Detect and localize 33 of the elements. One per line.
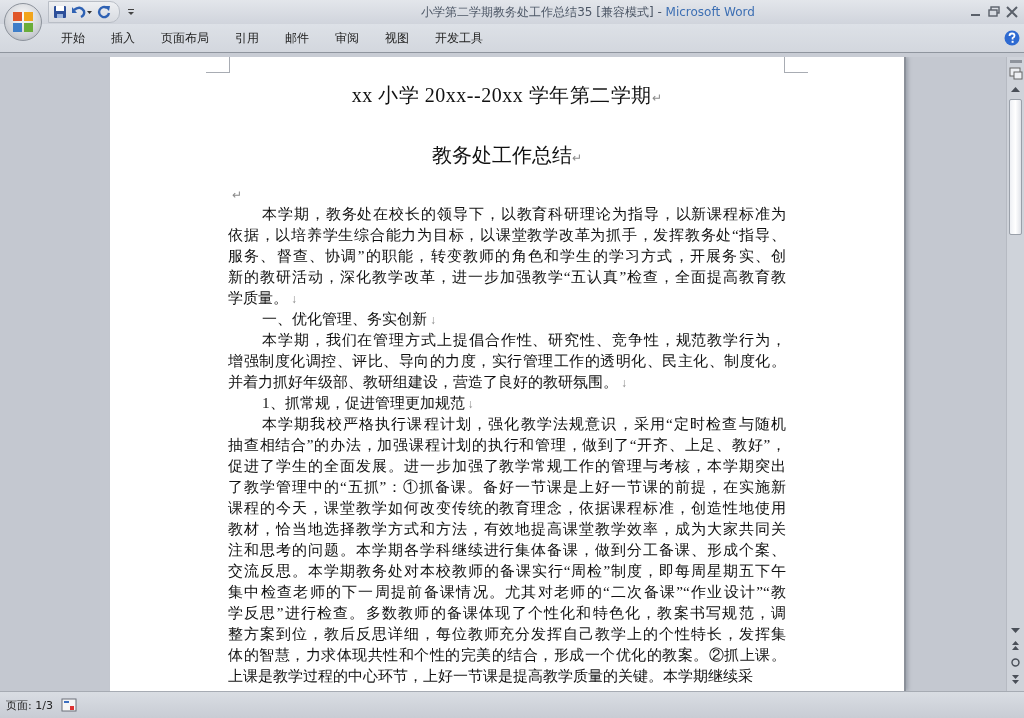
document-subtitle: 教务处工作总结↵ — [431, 143, 583, 168]
ribbon-tab[interactable]: 开发工具 — [422, 27, 496, 49]
body-paragraph: 本学期我校严格执行课程计划，强化教学法规意识，采用“定时检查与随机 抽查相结合”的办法，加强课程计划的执行和管理，做到了“开齐、上足、教好”， 促进了学生的全面发展。进一步加强了教学常规工作的管理与考核，本学期突出 了教学管理中的“五抓”：①抓备课。备好一节课是上好一节课的前提，在实施新 课程的今天，课堂教学如何改变传统的教育理念，依据课程标准，创造性地使用 教材，恰当地选择教学方式和方法，有效地提高课堂教学效率，成为大家共同关 注和思考的问题。本学期各学科继续进行集体备课，做到分工备课、形成个案、 交流反思。本学期教务处对本校教师的备课实行“周检”制度，即每周星期五下午 集中检查老师的下一周提前备课情况。尤其对老师的“二次备课”“作业设计”“教 学反思”进行检查。多数教师的备课体现了个性化和特色化，教案书写规范，调 整方案到位，教后反思详细，每位教师充分发挥自己教学上的个性特长，发挥集 体的智慧，力求体现共性和个性的完美的结合，形成一个优化的教案。②抓上课。 上课是教学过程的中心环节，上好一节课是提高教学质量的关键。本学期继续采 — [228, 414, 786, 686]
ribbon-tab[interactable]: 开始 — [48, 27, 98, 49]
office-button[interactable] — [4, 3, 42, 41]
scroll-thumb[interactable] — [1009, 99, 1022, 235]
office-logo-icon — [12, 11, 34, 33]
body-paragraph: 一、优化管理、务实创新 ↓ — [261, 309, 437, 329]
body-paragraph: 本学期，教务处在校长的领导下，以教育科研理论为指导，以新课程标准为 依据，以培养学生综合能力为目标，以课堂教学改革为抓手，发挥教务处“指导、 服务、督查、协调”的职能，转变教师的角色和学生的学习方式，开展务实、创 新的教研活动，深化教学改革，进一步加强教学“五认真”检查，全面提高教育教 学质量。 ↓ — [228, 204, 786, 308]
page-count[interactable]: 页面: 1/3 — [6, 697, 53, 713]
ribbon-tab[interactable]: 审阅 — [322, 27, 372, 49]
crop-mark — [784, 57, 808, 73]
ribbon-tab[interactable]: 页面布局 — [148, 27, 222, 49]
customize-toolbar-icon[interactable] — [126, 7, 136, 17]
ribbon-tab[interactable]: 插入 — [98, 27, 148, 49]
redo-icon[interactable] — [97, 5, 111, 19]
browse-object-icon[interactable] — [1008, 655, 1023, 670]
ribbon-tab[interactable]: 视图 — [372, 27, 422, 49]
restore-icon[interactable] — [988, 6, 1000, 18]
vertical-scrollbar[interactable] — [1006, 57, 1024, 691]
ruler-toggle-icon[interactable] — [1008, 66, 1023, 80]
body-paragraph: 本学期，我们在管理方式上提倡合作性、研究性、竞争性，规范教学行为， 增强制度化调控、评比、导向的力度，实行管理工作的透明化、民主化、制度化。 并着力抓好年级部、教研组建设，营造了良好的教研氛围。 ↓ — [228, 330, 786, 392]
undo-icon[interactable] — [71, 5, 93, 19]
paragraph-mark: ↵ — [232, 188, 242, 202]
ribbon-tab[interactable]: 引用 — [222, 27, 272, 49]
crop-mark — [206, 57, 230, 73]
body-paragraph: 1、抓常规，促进管理更加规范 ↓ — [261, 393, 475, 413]
close-icon[interactable] — [1006, 6, 1018, 18]
window-title: 小学第二学期教务处工作总结35 [兼容模式] - Microsoft Word — [420, 3, 756, 21]
ribbon-tab[interactable]: 邮件 — [272, 27, 322, 49]
save-icon[interactable] — [53, 5, 67, 19]
help-icon[interactable] — [1004, 30, 1020, 46]
document-title: xx 小学 20xx--20xx 学年第二学期↵ — [350, 83, 664, 108]
